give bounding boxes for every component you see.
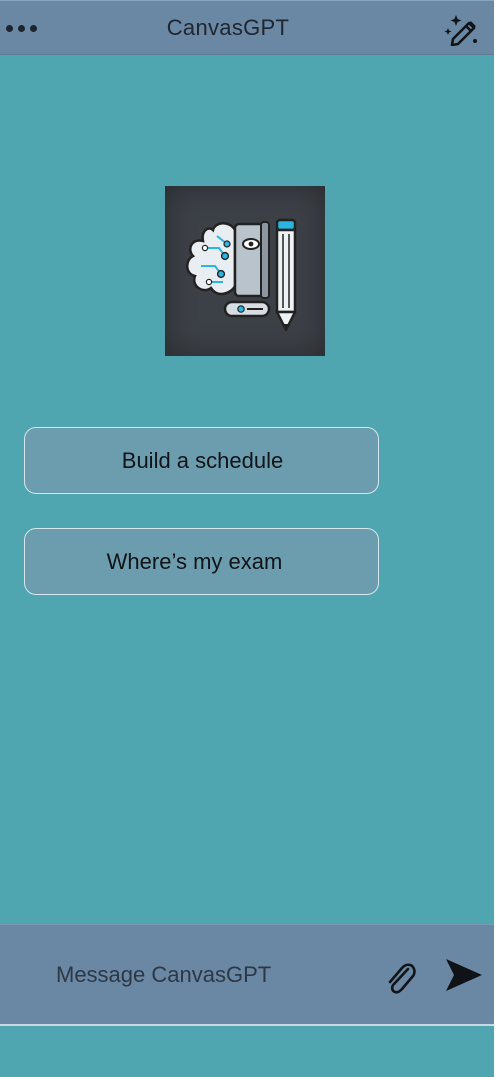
send-button[interactable] [442,955,486,995]
suggestion-build-schedule[interactable]: Build a schedule [24,427,379,494]
suggestion-wheres-my-exam[interactable]: Where’s my exam [24,528,379,595]
message-input[interactable] [56,955,356,995]
app-title: CanvasGPT [166,15,290,40]
app-logo [165,186,325,356]
send-arrow-icon [446,959,482,991]
new-chat-button[interactable] [444,12,480,47]
window-edge [494,0,498,1077]
paperclip-icon [388,963,416,994]
app-frame: CanvasGPT Build a schedule Where’s my ex… [0,0,494,1077]
attach-button[interactable] [380,957,420,997]
message-composer [0,924,494,1026]
brain-book-pencil-logo [186,218,297,332]
magic-pencil-icon [444,15,477,47]
top-bar: CanvasGPT [0,0,494,55]
